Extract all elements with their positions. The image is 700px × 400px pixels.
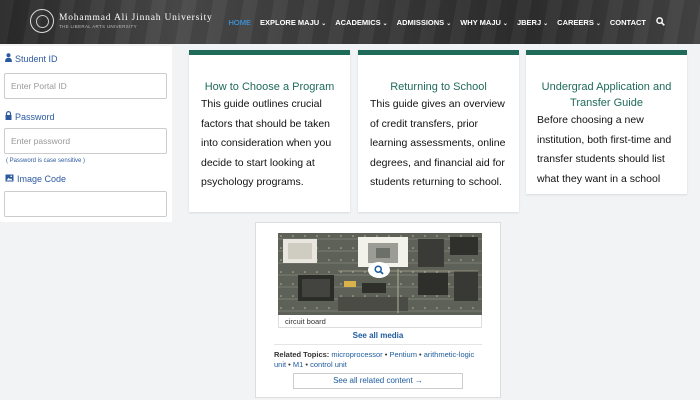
image-icon: [5, 174, 14, 184]
user-icon: [5, 53, 12, 64]
student-id-input[interactable]: [4, 73, 167, 99]
nav-item-admissions[interactable]: ADMISSIONS ⌄: [397, 18, 452, 27]
related-topic-link[interactable]: control unit: [310, 360, 347, 369]
guide-card-choose-program[interactable]: How to Choose a Program This guide outli…: [189, 50, 350, 212]
password-hint: ( Password is case sensitive ): [6, 158, 86, 164]
chevron-down-icon: ⌄: [543, 20, 549, 27]
student-id-label: Student ID: [5, 53, 58, 64]
nav-item-contact[interactable]: CONTACT: [610, 18, 646, 27]
related-topics-label: Related Topics:: [274, 350, 330, 359]
logo-text: Mohammad Ali Jinnah University THE LIBER…: [59, 13, 213, 29]
logo-tagline: THE LIBERAL ARTS UNIVERSITY: [59, 24, 137, 29]
chevron-down-icon: ⌄: [382, 20, 388, 27]
password-label-text: Password: [15, 111, 55, 122]
university-seal-icon: [30, 9, 54, 33]
related-topic-link[interactable]: M1: [293, 360, 303, 369]
related-topics: Related Topics: microprocessor • Pentium…: [274, 350, 475, 369]
student-login-panel: Student ID Password ( Password is case s…: [0, 46, 172, 222]
chevron-down-icon: ⌄: [321, 20, 327, 27]
card-title[interactable]: Returning to School: [358, 79, 519, 95]
logo-name: Mohammad Ali Jinnah University: [59, 13, 213, 23]
university-logo[interactable]: Mohammad Ali Jinnah University THE LIBER…: [30, 9, 213, 33]
student-id-label-text: Student ID: [15, 53, 58, 64]
chevron-down-icon: ⌄: [446, 20, 452, 27]
password-input[interactable]: [4, 128, 167, 154]
chevron-down-icon: ⌄: [595, 20, 601, 27]
site-header: Mohammad Ali Jinnah University THE LIBER…: [0, 0, 700, 44]
search-icon[interactable]: [656, 17, 666, 27]
card-title[interactable]: Undergrad Application and Transfer Guide: [526, 79, 687, 111]
nav-item-jberj[interactable]: JBERJ ⌄: [517, 18, 548, 27]
card-title[interactable]: How to Choose a Program: [189, 79, 350, 95]
guide-card-undergrad-transfer[interactable]: Undergrad Application and Transfer Guide…: [526, 50, 687, 194]
circuit-board-image[interactable]: [278, 233, 482, 315]
related-topic-link[interactable]: microprocessor: [331, 350, 382, 359]
nav-item-explore-maju[interactable]: EXPLORE MAJU ⌄: [260, 18, 326, 27]
media-box: circuit board See all media Related Topi…: [255, 222, 501, 398]
chevron-down-icon: ⌄: [502, 20, 508, 27]
card-body: Before choosing a new institution, both …: [537, 114, 672, 185]
guide-card-returning-to-school[interactable]: Returning to School This guide gives an …: [358, 50, 519, 212]
nav-item-academics[interactable]: ACADEMICS ⌄: [335, 18, 387, 27]
related-topic-link[interactable]: Pentium: [389, 350, 417, 359]
image-code-label-text: Image Code: [17, 174, 67, 184]
image-code-label: Image Code: [5, 174, 66, 184]
password-label: Password: [5, 111, 55, 122]
card-body: This guide outlines crucial factors that…: [201, 98, 332, 188]
main-nav: HOME EXPLORE MAJU ⌄ ACADEMICS ⌄ ADMISSIONS…: [220, 17, 667, 27]
nav-item-why-maju[interactable]: WHY MAJU ⌄: [460, 18, 508, 27]
image-caption: circuit board: [278, 315, 482, 328]
nav-item-home[interactable]: HOME: [229, 18, 252, 27]
see-all-media-link[interactable]: See all media: [256, 331, 500, 340]
see-all-related-button[interactable]: See all related content →: [293, 373, 463, 389]
zoom-icon[interactable]: [368, 262, 390, 278]
card-body: This guide gives an overview of credit t…: [370, 98, 506, 188]
divider: [274, 344, 482, 345]
image-code-input[interactable]: [4, 191, 167, 217]
nav-item-careers[interactable]: CAREERS ⌄: [557, 18, 601, 27]
lock-icon: [5, 111, 12, 122]
